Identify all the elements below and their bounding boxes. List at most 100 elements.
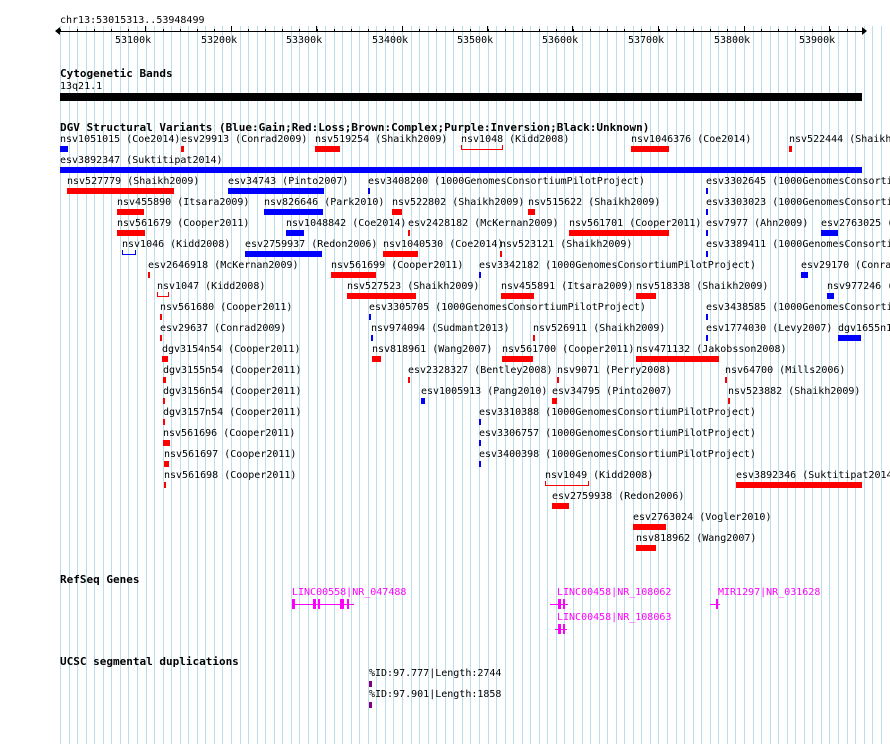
dgv-feature-bar[interactable] xyxy=(163,377,166,383)
ruler-minor-tick xyxy=(368,29,369,32)
dgv-feature-bar[interactable] xyxy=(160,335,162,341)
dgv-feature-bar[interactable] xyxy=(117,209,144,215)
cytoband-bar[interactable] xyxy=(60,93,862,101)
gene-exon[interactable] xyxy=(347,599,349,609)
dgv-feature-bar[interactable] xyxy=(569,230,669,236)
dgv-feature-label: nsv974094 (Sudmant2013) xyxy=(371,323,510,334)
dgv-feature-bar[interactable] xyxy=(408,377,410,383)
ruler-major-tick xyxy=(316,26,317,32)
dgv-feature-bar[interactable] xyxy=(369,314,371,320)
refseq-track-title[interactable]: RefSeq Genes xyxy=(60,574,139,586)
dgv-feature-bar[interactable] xyxy=(502,356,533,362)
dgv-feature-label: nsv471132 (Jakobsson2008) xyxy=(636,344,787,355)
gene-exon[interactable] xyxy=(292,599,295,609)
dgv-feature-bar[interactable] xyxy=(821,230,838,236)
gene-exon[interactable] xyxy=(563,624,565,634)
dgv-feature-bar[interactable] xyxy=(164,482,166,488)
dgv-feature-bar[interactable] xyxy=(533,335,535,341)
dgv-feature-bar[interactable] xyxy=(838,335,861,341)
dgv-feature-bar[interactable] xyxy=(383,251,418,257)
segdup-bar[interactable] xyxy=(369,702,372,708)
dgv-feature-bar[interactable] xyxy=(706,335,708,341)
dgv-feature-bar[interactable] xyxy=(552,398,557,404)
dgv-feature-bar[interactable] xyxy=(163,419,165,425)
ruler-major-tick xyxy=(829,26,830,32)
dgv-feature-bar[interactable] xyxy=(117,230,145,236)
dgv-feature-bar[interactable] xyxy=(160,314,162,320)
dgv-feature-bar[interactable] xyxy=(552,503,569,509)
dgv-feature-bracket[interactable] xyxy=(545,481,589,486)
dgv-feature-bar[interactable] xyxy=(181,146,184,152)
dgv-feature-bar[interactable] xyxy=(408,230,410,236)
dgv-feature-bar[interactable] xyxy=(636,545,656,551)
dgv-feature-bar[interactable] xyxy=(633,524,666,530)
dgv-feature-bar[interactable] xyxy=(60,167,862,173)
dgv-feature-bar[interactable] xyxy=(479,440,481,446)
ruler-minor-tick xyxy=(727,29,728,32)
dgv-feature-label: esv2646918 (McKernan2009) xyxy=(148,260,299,271)
ruler-minor-tick xyxy=(60,29,61,32)
dgv-track-title[interactable]: DGV Structural Variants (Blue:Gain;Red:L… xyxy=(60,122,649,134)
segdup-track-title[interactable]: UCSC segmental duplications xyxy=(60,656,239,668)
dgv-feature-bar[interactable] xyxy=(286,230,304,236)
gene-exon[interactable] xyxy=(716,599,718,609)
dgv-feature-bar[interactable] xyxy=(228,188,324,194)
dgv-feature-bar[interactable] xyxy=(500,251,502,257)
dgv-feature-bar[interactable] xyxy=(636,356,719,362)
dgv-feature-bar[interactable] xyxy=(827,293,834,299)
dgv-feature-bar[interactable] xyxy=(706,188,708,194)
dgv-feature-bar[interactable] xyxy=(368,188,370,194)
dgv-feature-bar[interactable] xyxy=(706,251,708,257)
dgv-feature-bar[interactable] xyxy=(725,377,727,383)
dgv-feature-bar[interactable] xyxy=(631,146,669,152)
dgv-feature-bar[interactable] xyxy=(421,398,425,404)
dgv-feature-bar[interactable] xyxy=(479,461,481,467)
ruler-minor-tick xyxy=(539,29,540,32)
dgv-feature-bar[interactable] xyxy=(371,335,373,341)
gene-exon[interactable] xyxy=(313,599,316,609)
scroll-right-arrow-icon[interactable] xyxy=(862,27,867,35)
dgv-feature-bar[interactable] xyxy=(148,272,150,278)
dgv-feature-bar[interactable] xyxy=(789,146,792,152)
gene-exon[interactable] xyxy=(558,599,561,609)
dgv-feature-bar[interactable] xyxy=(706,314,708,320)
dgv-feature-bar[interactable] xyxy=(67,188,174,194)
dgv-feature-bar[interactable] xyxy=(164,461,169,467)
grid-line xyxy=(778,26,779,744)
gene-line[interactable] xyxy=(710,604,720,605)
dgv-feature-bar[interactable] xyxy=(245,251,322,257)
gene-exon[interactable] xyxy=(318,599,320,609)
cytoband-track-title[interactable]: Cytogenetic Bands xyxy=(60,68,173,80)
dgv-feature-bar[interactable] xyxy=(331,272,376,278)
dgv-feature-bar[interactable] xyxy=(706,230,708,236)
dgv-feature-bar[interactable] xyxy=(479,272,481,278)
dgv-feature-bar[interactable] xyxy=(728,398,730,404)
dgv-feature-bar[interactable] xyxy=(528,209,535,215)
dgv-feature-bar[interactable] xyxy=(557,377,559,383)
gene-exon[interactable] xyxy=(558,624,561,634)
dgv-feature-bar[interactable] xyxy=(163,440,170,446)
gene-line[interactable] xyxy=(555,629,567,630)
dgv-feature-bar[interactable] xyxy=(264,209,323,215)
dgv-feature-bar[interactable] xyxy=(706,209,708,215)
dgv-feature-bar[interactable] xyxy=(501,293,534,299)
dgv-feature-bar[interactable] xyxy=(479,419,481,425)
gene-exon[interactable] xyxy=(563,599,565,609)
dgv-feature-bar[interactable] xyxy=(736,482,862,488)
dgv-feature-bar[interactable] xyxy=(163,398,165,404)
segdup-bar[interactable] xyxy=(369,681,372,687)
dgv-feature-bracket[interactable] xyxy=(157,292,169,297)
dgv-feature-bar[interactable] xyxy=(162,356,168,362)
dgv-feature-bracket[interactable] xyxy=(461,145,503,150)
dgv-feature-bar[interactable] xyxy=(315,146,340,152)
dgv-feature-bracket[interactable] xyxy=(122,250,136,255)
dgv-feature-bar[interactable] xyxy=(347,293,416,299)
dgv-feature-bar[interactable] xyxy=(801,272,808,278)
gene-line[interactable] xyxy=(292,604,354,605)
gene-exon[interactable] xyxy=(340,599,344,609)
dgv-feature-bar[interactable] xyxy=(392,209,402,215)
dgv-feature-bar[interactable] xyxy=(636,293,656,299)
dgv-feature-bar[interactable] xyxy=(372,356,381,362)
ruler-minor-tick xyxy=(214,29,215,32)
dgv-feature-bar[interactable] xyxy=(60,146,68,152)
